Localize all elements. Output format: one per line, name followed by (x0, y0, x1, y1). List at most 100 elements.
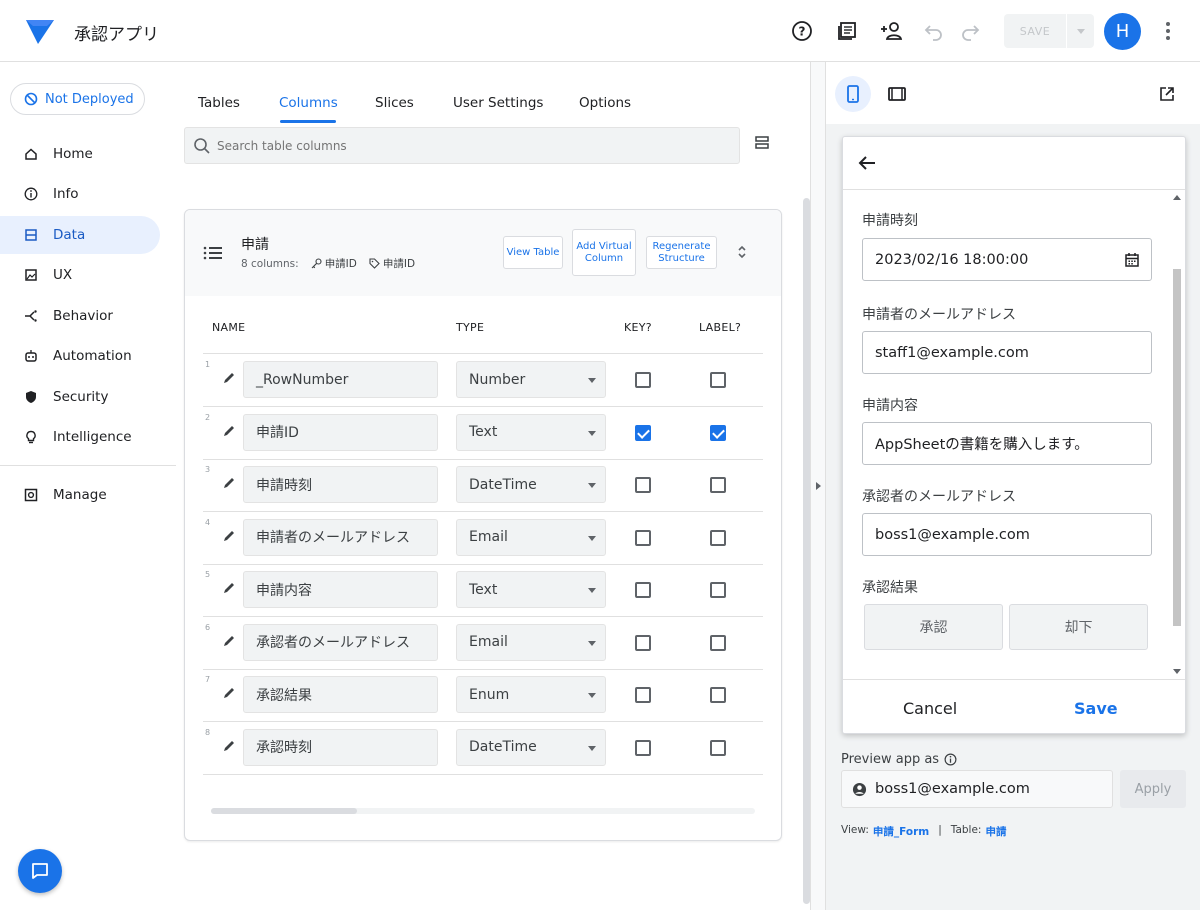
edit-pencil-icon[interactable] (222, 581, 236, 595)
edit-pencil-icon[interactable] (222, 424, 236, 438)
datetime-input[interactable]: 2023/02/16 18:00:00 (862, 238, 1152, 281)
share-add-person-icon[interactable] (880, 19, 904, 43)
view-table-button[interactable]: View Table (503, 236, 563, 269)
column-name-field[interactable]: 申請者のメールアドレス (243, 518, 438, 556)
approve-option-button[interactable]: 承認 (864, 604, 1003, 650)
cancel-button[interactable]: Cancel (903, 699, 957, 718)
horizontal-scrollbar-thumb[interactable] (211, 808, 357, 814)
sidebar-item-manage[interactable]: Manage (0, 476, 160, 514)
back-arrow-icon[interactable] (857, 154, 877, 172)
search-input[interactable] (217, 138, 697, 153)
scroll-down-arrow-icon[interactable] (1173, 669, 1181, 674)
table-link[interactable]: 申請 (985, 824, 1006, 839)
sidebar-item-ux[interactable]: UX (0, 256, 160, 294)
edit-pencil-icon[interactable] (222, 529, 236, 543)
sidebar-item-behavior[interactable]: Behavior (0, 297, 160, 335)
edit-pencil-icon[interactable] (222, 371, 236, 385)
form-scrollbar-thumb[interactable] (1173, 269, 1181, 626)
documentation-icon[interactable] (835, 19, 859, 43)
label-checkbox[interactable] (710, 739, 726, 756)
sidebar-item-home[interactable]: Home (0, 135, 160, 173)
appsheet-logo[interactable] (24, 17, 56, 45)
panel-divider[interactable] (810, 62, 826, 910)
apply-button[interactable]: Apply (1120, 770, 1186, 808)
sidebar-item-data[interactable]: Data (0, 216, 160, 254)
column-type-select[interactable]: Enum (456, 676, 606, 713)
save-button[interactable]: SAVE (1004, 14, 1066, 48)
horizontal-scrollbar[interactable] (211, 808, 755, 814)
regenerate-structure-button[interactable]: Regenerate Structure (646, 236, 717, 269)
collapse-arrow-icon[interactable] (816, 482, 821, 490)
tablet-preview-button[interactable] (879, 76, 915, 112)
deploy-status-button[interactable]: Not Deployed (10, 83, 145, 115)
tab-columns[interactable]: Columns (279, 95, 338, 111)
column-type-select[interactable]: Number (456, 361, 606, 398)
sidebar-item-automation[interactable]: Automation (0, 337, 160, 375)
edit-pencil-icon[interactable] (222, 634, 236, 648)
key-checkbox[interactable] (635, 424, 651, 441)
sidebar-item-intelligence[interactable]: Intelligence (0, 418, 160, 456)
tab-user-settings[interactable]: User Settings (453, 95, 543, 111)
label-checkbox[interactable] (710, 582, 726, 598)
column-type-select[interactable]: DateTime (456, 728, 606, 766)
key-checkbox[interactable] (635, 372, 651, 388)
form-save-button[interactable]: Save (1074, 699, 1118, 718)
column-name-field[interactable]: 承認結果 (243, 676, 438, 713)
column-name-field[interactable]: 承認者のメールアドレス (243, 623, 438, 661)
column-name-field[interactable]: 申請時刻 (243, 466, 438, 503)
add-virtual-column-button[interactable]: Add Virtual Column (572, 229, 636, 276)
reject-option-button[interactable]: 却下 (1009, 604, 1148, 650)
column-type-select[interactable]: Text (456, 571, 606, 608)
tab-tables[interactable]: Tables (198, 95, 240, 111)
column-name-field[interactable]: 承認時刻 (243, 728, 438, 766)
calendar-icon[interactable] (1124, 252, 1140, 268)
help-icon[interactable]: ? (790, 19, 814, 43)
edit-pencil-icon[interactable] (222, 686, 236, 700)
approver-email-input[interactable]: boss1@example.com (862, 513, 1152, 556)
edit-pencil-icon[interactable] (222, 739, 236, 753)
label-checkbox[interactable] (710, 424, 726, 441)
expand-collapse-icon[interactable] (734, 243, 750, 261)
redo-icon[interactable] (958, 19, 982, 43)
column-name-field[interactable]: 申請内容 (243, 571, 438, 608)
key-checkbox[interactable] (635, 634, 651, 651)
label-checkbox[interactable] (710, 372, 726, 388)
label-checkbox[interactable] (710, 477, 726, 493)
save-options-dropdown[interactable] (1067, 14, 1094, 48)
view-link[interactable]: 申請_Form (873, 824, 929, 839)
label-checkbox[interactable] (710, 687, 726, 703)
key-checkbox[interactable] (635, 687, 651, 703)
applicant-email-input[interactable]: staff1@example.com (862, 331, 1152, 374)
view-toggle-icon[interactable] (754, 135, 770, 151)
sidebar-item-security[interactable]: Security (0, 378, 160, 416)
tab-slices[interactable]: Slices (375, 95, 414, 111)
key-checkbox[interactable] (635, 739, 651, 756)
info-icon[interactable] (944, 753, 957, 766)
key-checkbox[interactable] (635, 582, 651, 598)
request-content-input[interactable]: AppSheetの書籍を購入します。 (862, 422, 1152, 465)
label-checkbox[interactable] (710, 529, 726, 546)
tab-options[interactable]: Options (579, 95, 631, 111)
search-field[interactable] (184, 127, 740, 164)
key-checkbox[interactable] (635, 477, 651, 493)
undo-icon[interactable] (922, 19, 946, 43)
column-name-field[interactable]: _RowNumber (243, 361, 438, 398)
key-checkbox[interactable] (635, 529, 651, 546)
open-in-new-icon[interactable] (1159, 86, 1175, 102)
column-name-field[interactable]: 申請ID (243, 413, 438, 451)
mobile-preview-button[interactable] (835, 76, 871, 112)
column-type-select[interactable]: Email (456, 518, 606, 556)
user-avatar[interactable]: H (1104, 13, 1141, 50)
column-type-select[interactable]: DateTime (456, 466, 606, 503)
main-scrollbar[interactable] (803, 198, 810, 904)
sidebar-item-info[interactable]: Info (0, 175, 160, 213)
more-menu-icon[interactable] (1156, 19, 1180, 43)
column-type-select[interactable]: Text (456, 413, 606, 451)
label-checkbox[interactable] (710, 634, 726, 651)
column-type-select[interactable]: Email (456, 623, 606, 661)
preview-user-input[interactable]: boss1@example.com (841, 770, 1113, 808)
scroll-up-arrow-icon[interactable] (1173, 195, 1181, 200)
chat-button[interactable] (18, 849, 62, 893)
edit-pencil-icon[interactable] (222, 476, 236, 490)
dropdown-arrow-icon (588, 535, 596, 541)
